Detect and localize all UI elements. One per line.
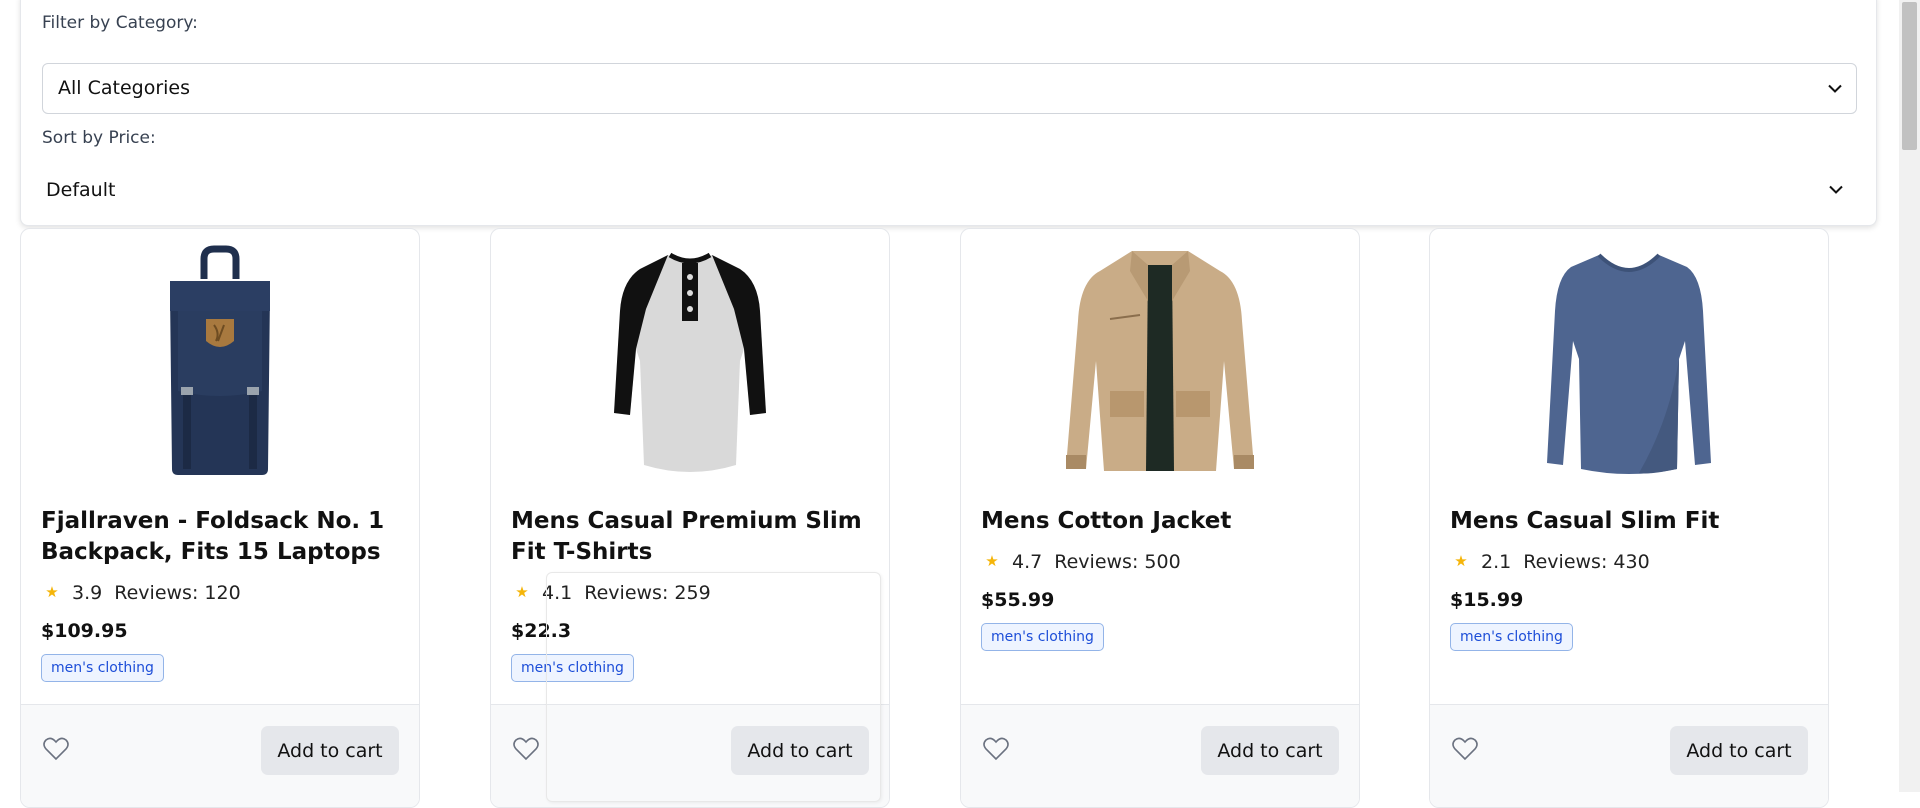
scrollbar-thumb[interactable] bbox=[1902, 2, 1917, 150]
product-card: Mens Casual Premium Slim Fit T-Shirts ★ 4… bbox=[490, 228, 890, 808]
category-badge: men's clothing bbox=[981, 623, 1104, 651]
raglan-tshirt-image[interactable] bbox=[491, 241, 889, 481]
heart-icon[interactable] bbox=[43, 737, 69, 761]
scrollbar-track[interactable] bbox=[1899, 0, 1920, 792]
rating-row: ★ 4.7 Reviews: 500 bbox=[981, 551, 1181, 573]
category-select[interactable]: All Categories bbox=[42, 63, 1857, 114]
product-price: $109.95 bbox=[41, 620, 128, 642]
review-count: Reviews: 430 bbox=[1523, 551, 1650, 573]
product-card: Fjallraven - Foldsack No. 1 Backpack, Fi… bbox=[20, 228, 420, 808]
add-to-cart-button[interactable]: Add to cart bbox=[261, 726, 399, 775]
review-count: Reviews: 259 bbox=[584, 582, 711, 604]
card-footer: Add to cart bbox=[1430, 704, 1828, 807]
add-to-cart-button[interactable]: Add to cart bbox=[1201, 726, 1339, 775]
category-badge: men's clothing bbox=[511, 654, 634, 682]
product-title[interactable]: Mens Cotton Jacket bbox=[981, 506, 1341, 537]
heart-icon[interactable] bbox=[513, 737, 539, 761]
category-badge: men's clothing bbox=[41, 654, 164, 682]
rating-value: 3.9 bbox=[72, 582, 103, 604]
longsleeve-shirt-image[interactable] bbox=[1430, 241, 1828, 481]
filter-panel: Filter by Category: All Categories Sort … bbox=[20, 0, 1877, 226]
backpack-image[interactable] bbox=[21, 241, 419, 481]
rating-row: ★ 3.9 Reviews: 120 bbox=[41, 582, 241, 604]
rating-row: ★ 4.1 Reviews: 259 bbox=[511, 582, 711, 604]
product-title[interactable]: Fjallraven - Foldsack No. 1 Backpack, Fi… bbox=[41, 506, 401, 568]
sort-filter-label: Sort by Price: bbox=[42, 128, 156, 148]
product-price: $22.3 bbox=[511, 620, 572, 642]
category-filter-label: Filter by Category: bbox=[42, 13, 198, 33]
card-footer: Add to cart bbox=[21, 704, 419, 807]
sort-select-value: Default bbox=[46, 179, 116, 201]
star-icon: ★ bbox=[45, 583, 59, 601]
add-to-cart-button[interactable]: Add to cart bbox=[731, 726, 869, 775]
cotton-jacket-image[interactable] bbox=[961, 241, 1359, 481]
star-icon: ★ bbox=[1454, 552, 1468, 570]
card-footer: Add to cart bbox=[961, 704, 1359, 807]
product-title[interactable]: Mens Casual Slim Fit bbox=[1450, 506, 1810, 537]
heart-icon[interactable] bbox=[983, 737, 1009, 761]
review-count: Reviews: 500 bbox=[1054, 551, 1181, 573]
product-card: Mens Casual Slim Fit ★ 2.1 Reviews: 430 $… bbox=[1429, 228, 1829, 808]
rating-value: 4.1 bbox=[542, 582, 573, 604]
category-badge: men's clothing bbox=[1450, 623, 1573, 651]
category-select-value: All Categories bbox=[58, 77, 191, 99]
chevron-down-icon bbox=[1829, 166, 1847, 214]
product-price: $55.99 bbox=[981, 589, 1055, 611]
product-price: $15.99 bbox=[1450, 589, 1524, 611]
star-icon: ★ bbox=[985, 552, 999, 570]
star-icon: ★ bbox=[515, 583, 529, 601]
rating-row: ★ 2.1 Reviews: 430 bbox=[1450, 551, 1650, 573]
sort-select[interactable]: Default bbox=[42, 166, 1857, 214]
card-footer: Add to cart bbox=[491, 704, 889, 807]
review-count: Reviews: 120 bbox=[114, 582, 241, 604]
heart-icon[interactable] bbox=[1452, 737, 1478, 761]
chevron-down-icon bbox=[1828, 64, 1846, 113]
product-title[interactable]: Mens Casual Premium Slim Fit T-Shirts bbox=[511, 506, 871, 568]
rating-value: 4.7 bbox=[1012, 551, 1043, 573]
add-to-cart-button[interactable]: Add to cart bbox=[1670, 726, 1808, 775]
rating-value: 2.1 bbox=[1481, 551, 1512, 573]
product-card: Mens Cotton Jacket ★ 4.7 Reviews: 500 $55… bbox=[960, 228, 1360, 808]
